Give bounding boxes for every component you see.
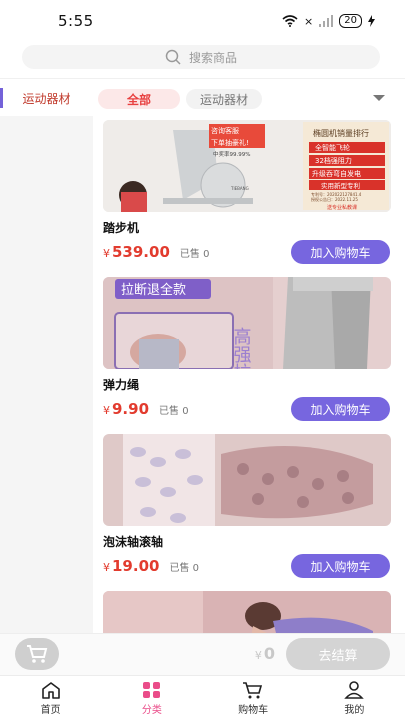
- status-bar: 5:55 × 20: [0, 0, 405, 42]
- no-signal-mark: ×: [304, 14, 314, 28]
- image-text-feature1: 全智能飞轮: [315, 143, 350, 152]
- product-name[interactable]: 泡沫轴滚轴: [103, 533, 163, 550]
- category-icon: [142, 681, 160, 698]
- product-name[interactable]: 弹力绳: [103, 376, 139, 393]
- image-text-feature2: 32档强阻力: [315, 156, 352, 165]
- active-indicator: [0, 88, 3, 108]
- price-line: ¥ 19.00 已售 0: [103, 557, 199, 575]
- battery-level: 20: [339, 14, 362, 28]
- price-value: 9.90: [112, 400, 150, 418]
- checkout-button[interactable]: 去结算: [286, 638, 390, 670]
- checkout-bar: ¥ 0 去结算: [0, 633, 405, 675]
- cart-button[interactable]: [15, 638, 59, 670]
- total-value: 0: [263, 644, 275, 663]
- add-to-cart-button[interactable]: 加入购物车: [291, 554, 390, 578]
- tab-bar: 首页 分类 购物车 我的: [0, 675, 405, 720]
- sidebar-item-label: 运动器材: [22, 91, 71, 106]
- price-currency: ¥: [103, 247, 110, 260]
- image-text-tag: 拉断退全款: [121, 282, 186, 298]
- chevron-down-icon[interactable]: [373, 95, 385, 101]
- total-currency: ¥: [254, 649, 262, 662]
- filter-chips: 全部 运动器材: [98, 88, 398, 110]
- signal-icon: [319, 15, 334, 27]
- tab-label: 分类: [141, 704, 162, 716]
- sold-count: 已售 0: [169, 563, 199, 574]
- product-card: 拉断退全款 高强拉 弹力绳 ¥ 9.90 已售 0 加入购物车: [93, 277, 405, 434]
- cart-icon: [27, 645, 48, 663]
- image-text-rank: 椭圆机销量排行: [313, 128, 369, 138]
- category-sidebar: 运动器材: [0, 80, 93, 633]
- price-value: 539.00: [112, 243, 170, 261]
- product-card: [93, 591, 405, 633]
- image-text-gift2: 送专业私教课: [327, 204, 357, 211]
- product-image-yoga[interactable]: [103, 591, 391, 633]
- search-icon: [165, 49, 181, 65]
- image-text-brand: TIEBANG: [230, 186, 249, 191]
- price-line: ¥ 539.00 已售 0: [103, 243, 209, 261]
- cart-icon: [243, 681, 263, 698]
- image-text-win: 中奖率99.99%: [213, 150, 250, 158]
- product-name[interactable]: 踏步机: [103, 219, 139, 236]
- charging-icon: [368, 15, 375, 27]
- tab-home[interactable]: 首页: [0, 676, 101, 720]
- image-text-feature3: 升级吞弯自发电: [312, 169, 361, 178]
- price-currency: ¥: [103, 404, 110, 417]
- sold-count: 已售 0: [159, 406, 189, 417]
- tab-label: 我的: [344, 704, 365, 716]
- chip-all[interactable]: 全部: [98, 89, 180, 109]
- product-image-foam-roller[interactable]: [103, 434, 391, 526]
- product-image-resistance-band[interactable]: 拉断退全款 高强拉: [103, 277, 391, 369]
- product-list[interactable]: 咨询客服 下单抽豪礼! 中奖率99.99% 椭圆机销量排行 全智能飞轮 32档强…: [93, 120, 405, 633]
- image-text-service: 咨询客服: [211, 126, 239, 135]
- user-icon: [344, 680, 365, 699]
- image-text-patent-no2: 授权公告日：2022.11.25: [311, 196, 358, 202]
- price-currency: ¥: [103, 561, 110, 574]
- product-card: 泡沫轴滚轴 ¥ 19.00 已售 0 加入购物车: [93, 434, 405, 591]
- wifi-icon: [282, 15, 298, 27]
- search-placeholder: 搜索商品: [188, 50, 237, 65]
- home-icon: [41, 681, 60, 699]
- price-line: ¥ 9.90 已售 0: [103, 400, 189, 418]
- tab-cart[interactable]: 购物车: [203, 676, 304, 720]
- price-value: 19.00: [112, 557, 160, 575]
- image-text-slogan: 高强拉: [231, 327, 252, 369]
- product-image-stepper[interactable]: 咨询客服 下单抽豪礼! 中奖率99.99% 椭圆机销量排行 全智能飞轮 32档强…: [103, 120, 391, 212]
- tab-label: 首页: [40, 704, 61, 716]
- add-to-cart-button[interactable]: 加入购物车: [291, 397, 390, 421]
- status-time: 5:55: [58, 12, 94, 30]
- tab-profile[interactable]: 我的: [304, 676, 405, 720]
- image-text-gift: 下单抽豪礼!: [211, 138, 249, 147]
- status-icons: × 20: [282, 14, 375, 28]
- search-input[interactable]: 搜索商品: [22, 45, 380, 69]
- product-card: 咨询客服 下单抽豪礼! 中奖率99.99% 椭圆机销量排行 全智能飞轮 32档强…: [93, 120, 405, 277]
- tab-label: 购物车: [238, 704, 269, 716]
- chip-sports[interactable]: 运动器材: [186, 89, 263, 109]
- sidebar-item-sports[interactable]: 运动器材: [0, 80, 93, 116]
- sold-count: 已售 0: [179, 249, 210, 260]
- tab-category[interactable]: 分类: [101, 676, 202, 720]
- cart-total: ¥ 0: [255, 644, 275, 663]
- add-to-cart-button[interactable]: 加入购物车: [291, 240, 390, 264]
- image-text-patent: 实用新型专利: [321, 181, 360, 190]
- header-divider: [0, 78, 405, 79]
